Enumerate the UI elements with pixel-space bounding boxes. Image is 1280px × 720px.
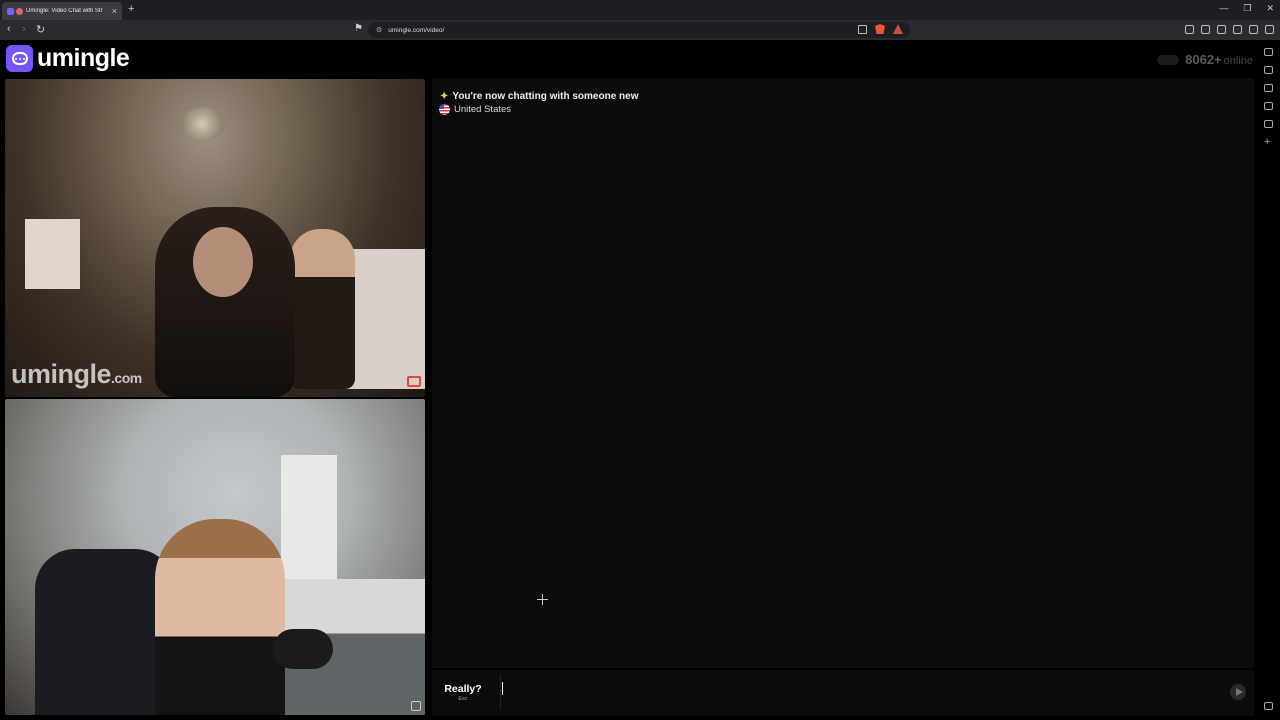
chat-status: ✦ You're now chatting with someone new (440, 91, 638, 102)
site-logo[interactable]: umingle (6, 44, 130, 73)
shelf (25, 219, 80, 289)
forward-icon[interactable]: › (22, 23, 26, 35)
tab-title: Umingle: Video Chat with Str (26, 8, 103, 14)
toolbar-extensions (1185, 25, 1274, 34)
skip-hint: Esc (458, 695, 468, 702)
video-watermark: umingle.com (11, 359, 142, 390)
minimize-icon[interactable]: — (1219, 3, 1228, 14)
microphone (273, 629, 333, 669)
text-caret (502, 682, 503, 695)
extensions-icon[interactable] (1233, 25, 1242, 34)
vpn-icon[interactable] (1249, 25, 1258, 34)
restore-icon[interactable]: ❐ (1243, 3, 1251, 14)
history-icon[interactable] (1264, 102, 1273, 110)
stranger-person-1 (155, 207, 295, 397)
chat-panel: ✦ You're now chatting with someone new U… (432, 78, 1254, 668)
page: umingle 8062+ online umingle.com ✦ You'r… (0, 40, 1258, 720)
site-info-icon[interactable]: ⚙ (376, 26, 382, 34)
message-input[interactable] (500, 674, 1220, 710)
online-toggle[interactable] (1157, 54, 1180, 65)
ceiling-lamp (179, 107, 225, 141)
sidebar-settings-icon[interactable] (1264, 702, 1273, 710)
bookmark-icon[interactable]: ⚑ (354, 23, 363, 34)
stranger-person-2 (290, 229, 355, 389)
address-bar[interactable]: ⚙ umingle.com/video/ (368, 22, 910, 38)
browser-tab[interactable]: Umingle: Video Chat with Str × (2, 2, 122, 20)
online-label: online (1223, 55, 1253, 67)
cabinet (343, 249, 425, 389)
bookmarks-icon[interactable] (1264, 84, 1273, 92)
wallet-icon[interactable] (1217, 25, 1226, 34)
sidebar-toggle-icon[interactable] (1201, 25, 1210, 34)
self-person (155, 519, 285, 715)
skip-label: Really? (444, 682, 482, 695)
site-favicon-icon (7, 7, 14, 15)
playlist-icon[interactable] (1264, 120, 1273, 128)
sparkle-icon: ✦ (440, 91, 449, 102)
watermark-suffix: .com (111, 370, 142, 386)
country-text: United States (454, 104, 512, 115)
back-icon[interactable]: ‹ (7, 23, 11, 35)
recording-icon (16, 7, 23, 15)
browser-tabbar: Umingle: Video Chat with Str × + — ❐ ✕ (0, 0, 1280, 20)
skip-button[interactable]: Really? Esc (432, 672, 494, 712)
reading-list-icon[interactable] (1264, 66, 1273, 74)
leo-icon[interactable] (1264, 48, 1273, 56)
online-indicator: 8062+ online (1157, 52, 1253, 67)
us-flag-icon (439, 104, 450, 115)
window-controls: — ❐ ✕ (1219, 3, 1274, 14)
reader-icon[interactable] (1185, 25, 1194, 34)
chat-bubble-icon (6, 45, 33, 72)
send-button[interactable] (1230, 684, 1246, 700)
chat-status-text: You're now chatting with someone new (452, 91, 639, 102)
add-panel-icon[interactable]: + (1264, 137, 1273, 148)
mouse-cursor-icon (537, 594, 548, 605)
report-flag-icon[interactable] (407, 376, 421, 387)
camera-switch-icon[interactable] (411, 701, 421, 711)
brave-shields-icon[interactable] (875, 24, 885, 34)
menu-icon[interactable] (1265, 25, 1274, 34)
stranger-country: United States (439, 104, 511, 115)
browser-sidebar: + (1258, 40, 1280, 720)
watermark-main: umingle (11, 359, 112, 389)
chat-composer: Really? Esc (432, 670, 1254, 716)
stranger-video: umingle.com (5, 79, 425, 397)
rewards-icon[interactable] (893, 24, 903, 34)
new-tab-icon[interactable]: + (128, 3, 134, 15)
online-count: 8062+ (1185, 52, 1222, 67)
close-tab-icon[interactable]: × (112, 6, 117, 16)
logo-text: umingle (37, 44, 130, 72)
url-text: umingle.com/video/ (388, 26, 445, 34)
reload-icon[interactable]: ↻ (36, 23, 45, 36)
self-video (5, 399, 425, 715)
close-window-icon[interactable]: ✕ (1266, 3, 1274, 14)
share-icon[interactable] (858, 24, 867, 34)
gaming-chair (35, 549, 175, 715)
send-icon (1235, 688, 1243, 696)
url-actions (858, 24, 903, 34)
